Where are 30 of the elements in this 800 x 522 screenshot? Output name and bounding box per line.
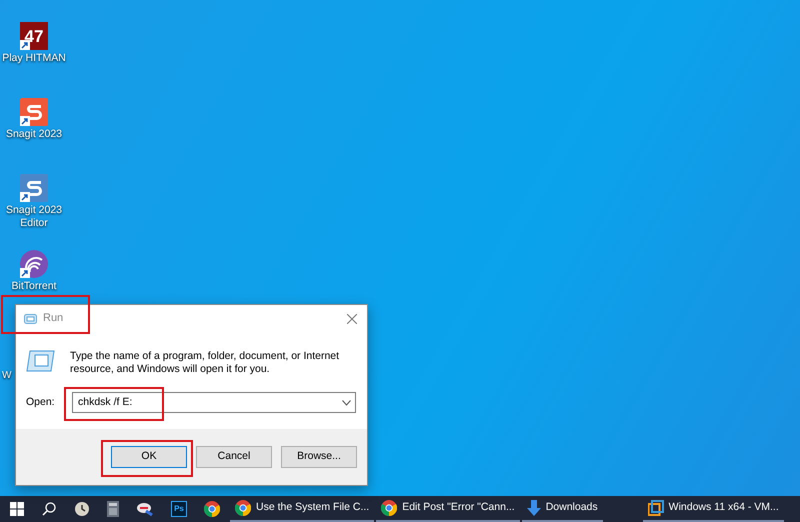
run-app-icon xyxy=(24,314,37,324)
dialog-button[interactable]: OK xyxy=(111,446,187,468)
shortcut-arrow-icon xyxy=(20,116,30,126)
calculator-icon[interactable] xyxy=(107,501,119,517)
taskbar-button[interactable]: Downloads xyxy=(522,496,603,522)
clock-icon[interactable] xyxy=(74,501,90,517)
dialog-description: Type the name of a program, folder, document, or Internet resource, and Windows will open it for you. xyxy=(70,350,340,376)
taskbar-button[interactable]: Edit Post "Error "Cann... xyxy=(376,496,520,522)
browser-icon xyxy=(235,500,251,516)
run-app-icon xyxy=(26,350,56,372)
browser-icon xyxy=(381,500,398,516)
browser-icon xyxy=(204,501,220,517)
dropdown-caret-icon[interactable] xyxy=(342,400,351,406)
search-icon[interactable] xyxy=(42,502,56,516)
shortcut-arrow-icon xyxy=(20,268,30,278)
open-input-field[interactable]: chkdsk /f E: xyxy=(72,392,356,413)
download-arrow-icon xyxy=(526,500,541,516)
window-title: Run xyxy=(43,311,64,326)
ps-app-icon[interactable]: Ps xyxy=(171,501,187,517)
shortcut-arrow-icon xyxy=(20,192,30,202)
brush-icon[interactable] xyxy=(136,501,154,517)
dialog-button[interactable]: Browse... xyxy=(281,446,357,468)
windows-start-icon[interactable] xyxy=(10,502,24,516)
open-label: Open: xyxy=(26,394,56,410)
vm-app-icon xyxy=(648,500,664,516)
dialog-button[interactable]: Cancel xyxy=(196,446,272,468)
taskbar-button[interactable]: Windows 11 x64 - VM... xyxy=(642,496,784,522)
taskbar-button[interactable]: Use the System File C... xyxy=(230,496,374,522)
shortcut-arrow-icon xyxy=(20,40,30,50)
close-icon[interactable] xyxy=(347,314,357,324)
